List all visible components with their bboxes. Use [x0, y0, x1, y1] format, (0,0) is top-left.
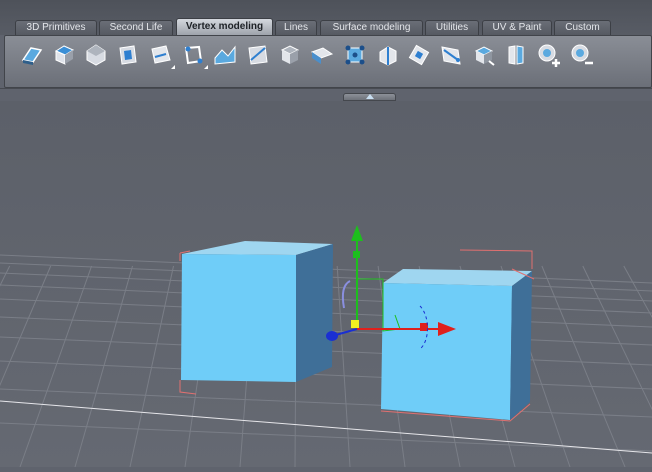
knife-tool-button[interactable]	[405, 40, 434, 69]
extrude-path-icon	[441, 45, 461, 65]
bevel-vertex-tool-button[interactable]	[82, 40, 111, 69]
flyout-indicator-icon	[171, 65, 176, 69]
extrude-edge-icon	[151, 44, 171, 64]
tab-lines[interactable]: Lines	[275, 20, 317, 35]
cut-face-tool-button[interactable]	[243, 40, 272, 69]
toolbar-divider	[0, 88, 652, 89]
tessellate-icon	[280, 44, 300, 64]
slice-mesh-icon	[474, 45, 495, 66]
bridge-icon	[214, 45, 236, 65]
extrude-path-tool-button[interactable]	[437, 40, 466, 69]
scene-canvas[interactable]	[0, 101, 652, 468]
inset-face-icon	[119, 44, 137, 65]
tab-second-life[interactable]: Second Life	[99, 20, 173, 35]
weld-vertices-tool-button[interactable]	[308, 40, 337, 69]
cube-right-front	[381, 283, 512, 420]
tab-surface-modeling[interactable]: Surface modeling	[320, 20, 423, 35]
remove-vertex-icon	[571, 44, 593, 64]
connect-vertices-tool-button[interactable]	[340, 40, 369, 69]
collapse-toolbar-button[interactable]	[343, 93, 396, 101]
tab-utilities[interactable]: Utilities	[425, 20, 479, 35]
extrude-face-tool-button[interactable]	[17, 40, 46, 69]
bevel-edges-icon	[184, 45, 203, 64]
tab-uv-paint[interactable]: UV & Paint	[482, 20, 552, 35]
bevel-edges-tool-button[interactable]	[179, 40, 208, 69]
ribbon-tab-bar: 3D Primitives Second Life Vertex modeling L…	[0, 0, 652, 35]
extrude-edge-tool-button[interactable]	[146, 40, 176, 69]
knife-icon	[408, 44, 430, 65]
extrude-face-icon	[21, 46, 42, 65]
cube-right-side	[510, 271, 532, 420]
gizmo-x-handle[interactable]	[420, 323, 428, 331]
select-face-tool-button[interactable]	[49, 40, 78, 69]
tab-vertex-modeling[interactable]: Vertex modeling	[176, 18, 273, 35]
chevron-up-icon	[366, 94, 374, 99]
remove-vertex-tool-button[interactable]	[566, 40, 595, 69]
cube-left-side	[296, 244, 333, 382]
chamfer-tool-button[interactable]	[372, 40, 401, 69]
bevel-vertex-icon	[86, 43, 106, 66]
connect-vertices-icon	[345, 45, 364, 64]
flyout-indicator-icon	[203, 65, 208, 69]
tab-3d-primitives[interactable]: 3D Primitives	[15, 20, 97, 35]
gizmo-z-arrowhead[interactable]	[326, 331, 338, 341]
split-mesh-icon	[508, 44, 524, 65]
chamfer-icon	[379, 45, 397, 66]
cube-right-top	[383, 269, 532, 286]
select-face-icon	[54, 44, 74, 65]
weld-vertices-icon	[311, 46, 334, 64]
inset-face-tool-button[interactable]	[114, 40, 143, 69]
3d-viewport[interactable]	[0, 101, 652, 468]
tab-custom[interactable]: Custom	[554, 20, 611, 35]
cube-left-front	[181, 254, 296, 382]
vertex-modeling-toolbar	[4, 35, 652, 88]
cube-left[interactable]	[179, 241, 333, 395]
split-mesh-tool-button[interactable]	[502, 40, 531, 69]
gizmo-y-handle[interactable]	[353, 251, 360, 258]
bridge-tool-button[interactable]	[211, 40, 240, 69]
slice-mesh-tool-button[interactable]	[469, 40, 498, 69]
cut-face-icon	[248, 44, 268, 65]
tessellate-tool-button[interactable]	[275, 40, 304, 69]
add-vertex-tool-button[interactable]	[534, 40, 563, 69]
add-vertex-icon	[538, 44, 561, 67]
modeling-app: 3D Primitives Second Life Vertex modeling L…	[0, 0, 652, 468]
cube-right[interactable]	[380, 249, 535, 422]
gizmo-center-handle[interactable]	[351, 320, 359, 328]
